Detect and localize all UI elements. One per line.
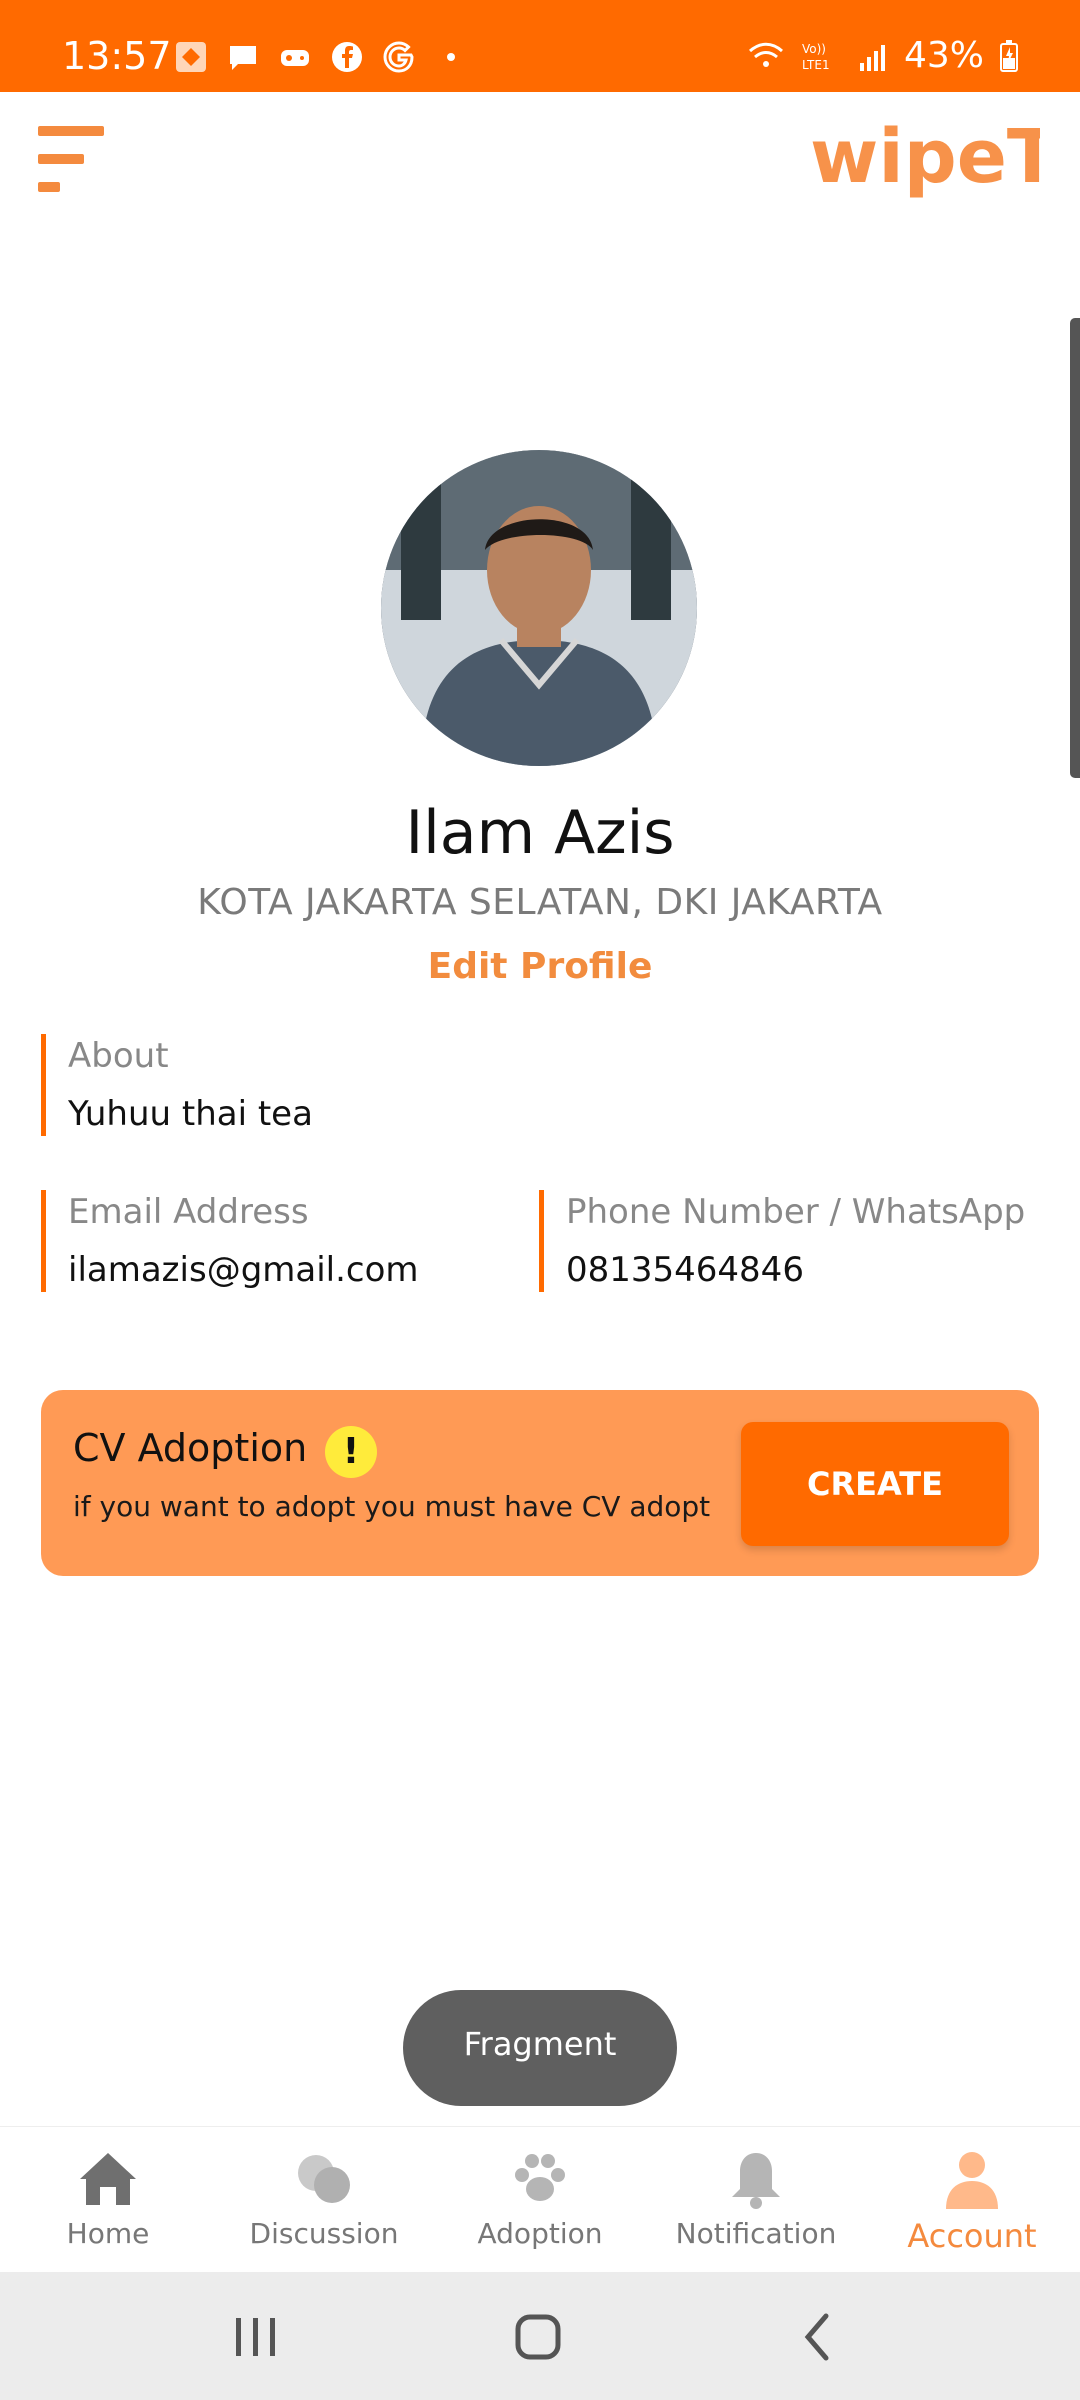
app-icon — [176, 42, 206, 72]
svg-text:LTE1: LTE1 — [802, 58, 830, 72]
person-icon — [946, 2152, 998, 2209]
menu-icon-bar — [38, 126, 104, 136]
chat-icon — [298, 2155, 350, 2203]
cv-subtitle: if you want to adopt you must have CV ad… — [73, 1490, 711, 1523]
nav-account-label: Account — [907, 2217, 1037, 2255]
avatar[interactable] — [381, 450, 697, 766]
svg-text:wipeT: wipeT — [810, 118, 1040, 200]
nav-home-label: Home — [66, 2217, 150, 2250]
notification-icons — [174, 40, 468, 74]
nav-notification[interactable]: Notification — [648, 2127, 864, 2273]
cv-title: CV Adoption — [73, 1426, 308, 1470]
facebook-icon — [332, 42, 362, 72]
home-system-icon[interactable] — [498, 2302, 578, 2372]
google-icon — [383, 41, 414, 73]
email-label: Email Address — [68, 1192, 309, 1232]
cv-adoption-card: CV Adoption ! if you want to adopt you m… — [41, 1390, 1039, 1576]
about-field: About Yuhuu thai tea — [41, 1034, 1028, 1136]
phone-field: Phone Number / WhatsApp 08135464846 — [539, 1190, 1066, 1292]
about-label: About — [68, 1036, 169, 1076]
recent-apps-icon[interactable] — [216, 2302, 296, 2372]
phone-label: Phone Number / WhatsApp — [566, 1192, 1026, 1232]
status-right: Vo)) LTE1 43% — [746, 36, 1020, 76]
phone-value: 08135464846 — [566, 1250, 804, 1290]
nav-discussion-label: Discussion — [249, 2217, 399, 2250]
status-bar: 13:57 Vo)) LTE1 43% — [0, 0, 1080, 92]
wifi-icon — [748, 42, 783, 67]
avatar-photo — [381, 450, 697, 766]
about-value: Yuhuu thai tea — [68, 1094, 313, 1134]
nav-account[interactable]: Account — [864, 2127, 1080, 2273]
home-icon — [80, 2153, 136, 2205]
battery-icon — [1000, 40, 1018, 72]
nav-adoption[interactable]: Adoption — [432, 2127, 648, 2273]
edit-profile-link[interactable]: Edit Profile — [0, 946, 1080, 987]
scrollbar[interactable] — [1070, 318, 1080, 778]
menu-button[interactable] — [38, 126, 106, 196]
message-icon — [230, 46, 256, 70]
back-icon[interactable] — [780, 2302, 860, 2372]
bell-icon — [732, 2153, 780, 2209]
game-icon — [281, 50, 309, 66]
status-time: 13:57 — [62, 34, 172, 78]
dot-icon — [447, 53, 455, 61]
warning-icon: ! — [325, 1426, 377, 1478]
bottom-navigation: Home Discussion Adoption Notification Ac… — [0, 2126, 1080, 2273]
paw-icon — [515, 2154, 565, 2201]
nav-notification-label: Notification — [675, 2217, 837, 2250]
toast-message: Fragment — [403, 1990, 677, 2106]
nav-adoption-label: Adoption — [477, 2217, 603, 2250]
svg-text:Vo)): Vo)) — [802, 42, 826, 56]
email-value: ilamazis@gmail.com — [68, 1250, 419, 1290]
nav-discussion[interactable]: Discussion — [216, 2127, 432, 2273]
system-navigation-bar — [0, 2272, 1080, 2400]
signal-icon — [859, 45, 885, 71]
battery-percent: 43% — [903, 35, 984, 76]
volte-icon: Vo)) LTE1 — [802, 42, 830, 72]
wipet-logo: wipeT — [810, 118, 1040, 200]
nav-home[interactable]: Home — [0, 2127, 216, 2273]
menu-icon-bar — [38, 182, 60, 192]
email-field: Email Address ilamazis@gmail.com — [41, 1190, 508, 1292]
menu-icon-bar — [38, 154, 84, 164]
profile-location: KOTA JAKARTA SELATAN, DKI JAKARTA — [197, 882, 883, 923]
profile-name: Ilam Azis — [405, 798, 675, 868]
create-cv-button[interactable]: CREATE — [741, 1422, 1009, 1546]
